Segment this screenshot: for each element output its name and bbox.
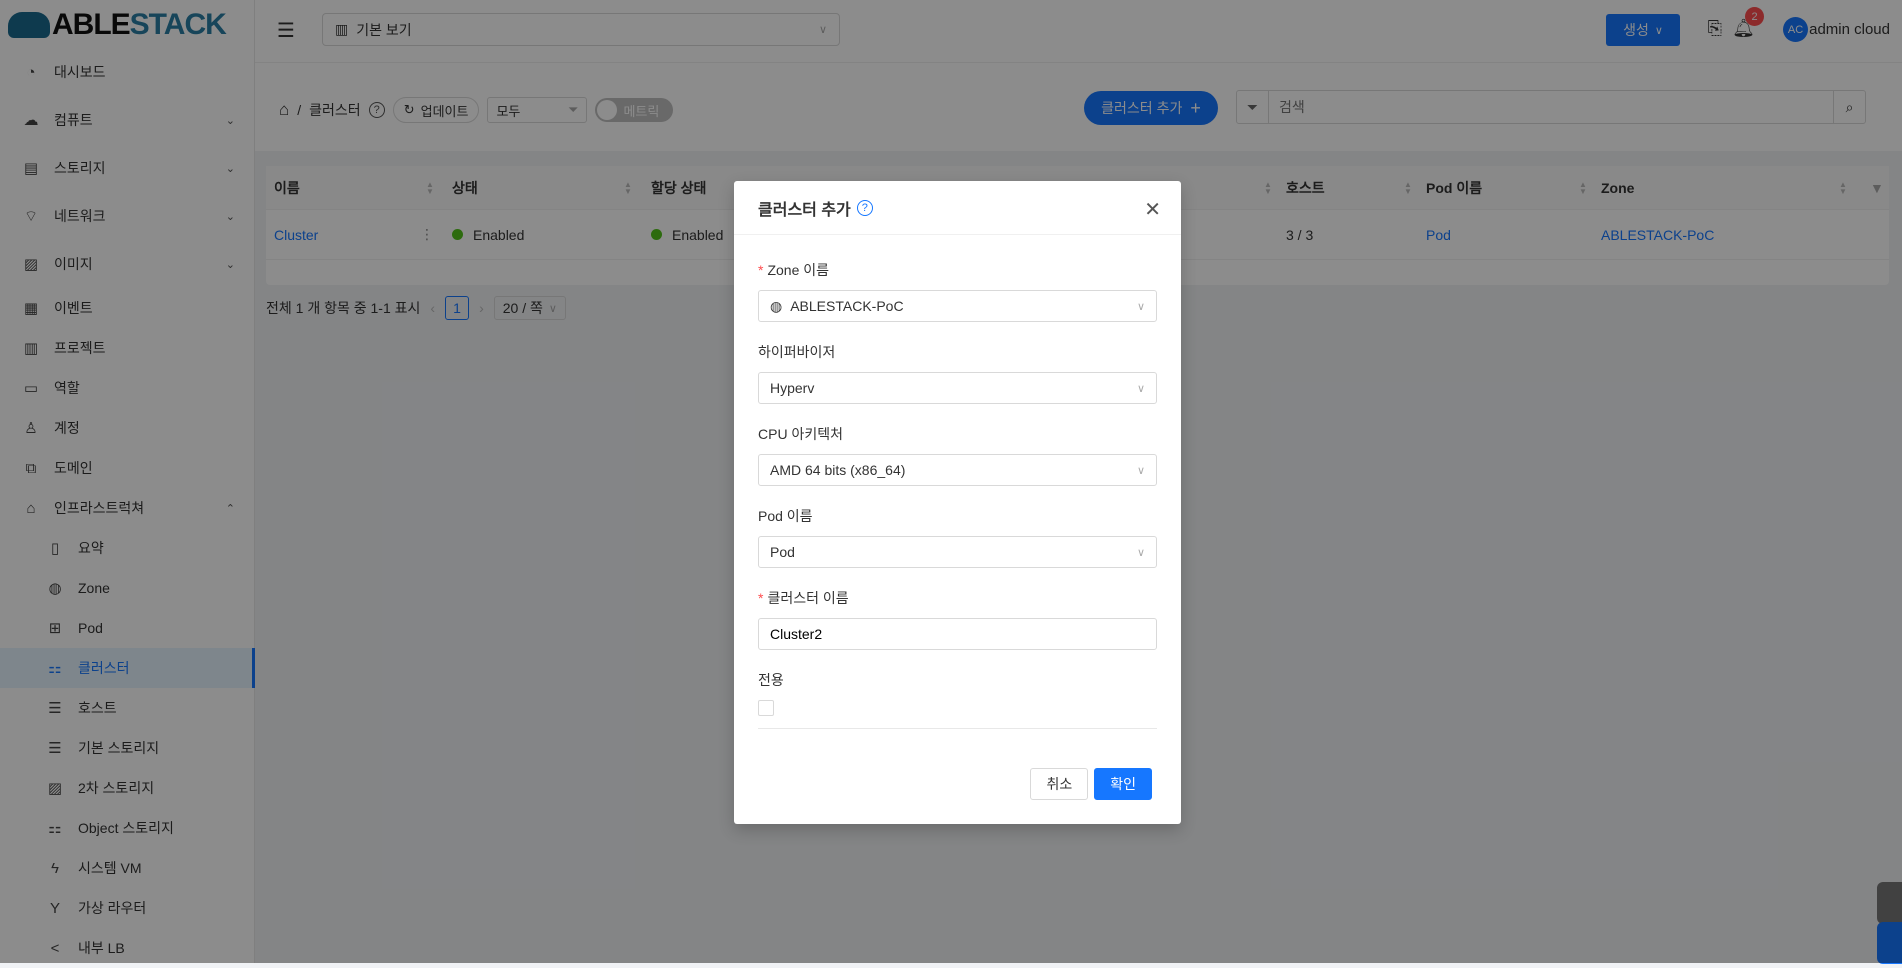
dialog-title: 클러스터 추가	[758, 201, 851, 219]
pod-select[interactable]: Pod ∨	[758, 536, 1157, 568]
zone-select[interactable]: ◍ ABLESTACK-PoC ∨	[758, 290, 1157, 322]
chevron-down-icon: ∨	[1136, 382, 1145, 395]
zone-value: ABLESTACK-PoC	[790, 298, 904, 314]
dedicated-label: 전용	[758, 672, 784, 688]
dedicated-checkbox[interactable]	[758, 700, 774, 716]
chevron-down-icon: ∨	[1136, 464, 1145, 477]
divider	[758, 728, 1157, 729]
question-icon[interactable]: ?	[856, 199, 873, 216]
arch-value: AMD 64 bits (x86_64)	[770, 462, 906, 478]
cancel-button[interactable]: 취소	[1030, 768, 1089, 800]
zone-label: * Zone 이름	[758, 262, 830, 278]
chevron-down-icon: ∨	[1136, 300, 1145, 313]
dialog-header: 클러스터 추가?	[734, 181, 1181, 235]
globe-icon: ◍	[770, 297, 783, 314]
chevron-down-icon: ∨	[1136, 546, 1145, 559]
hypervisor-label: 하이퍼바이저	[758, 344, 836, 360]
pod-label: Pod 이름	[758, 508, 813, 524]
cluster-name-input[interactable]	[758, 618, 1157, 650]
hypervisor-value: Hyperv	[770, 380, 815, 396]
ok-button[interactable]: 확인	[1094, 768, 1152, 800]
arch-select[interactable]: AMD 64 bits (x86_64) ∨	[758, 454, 1157, 486]
cluster-name-label: * 클러스터 이름	[758, 590, 849, 606]
pod-value: Pod	[770, 544, 795, 560]
hypervisor-select[interactable]: Hyperv ∨	[758, 372, 1157, 404]
arch-label: CPU 아키텍처	[758, 426, 843, 442]
close-icon[interactable]: ✕	[1144, 197, 1161, 222]
add-cluster-dialog: 클러스터 추가? ✕ * Zone 이름 ◍ ABLESTACK-PoC ∨ 하이퍼바…	[734, 181, 1181, 824]
